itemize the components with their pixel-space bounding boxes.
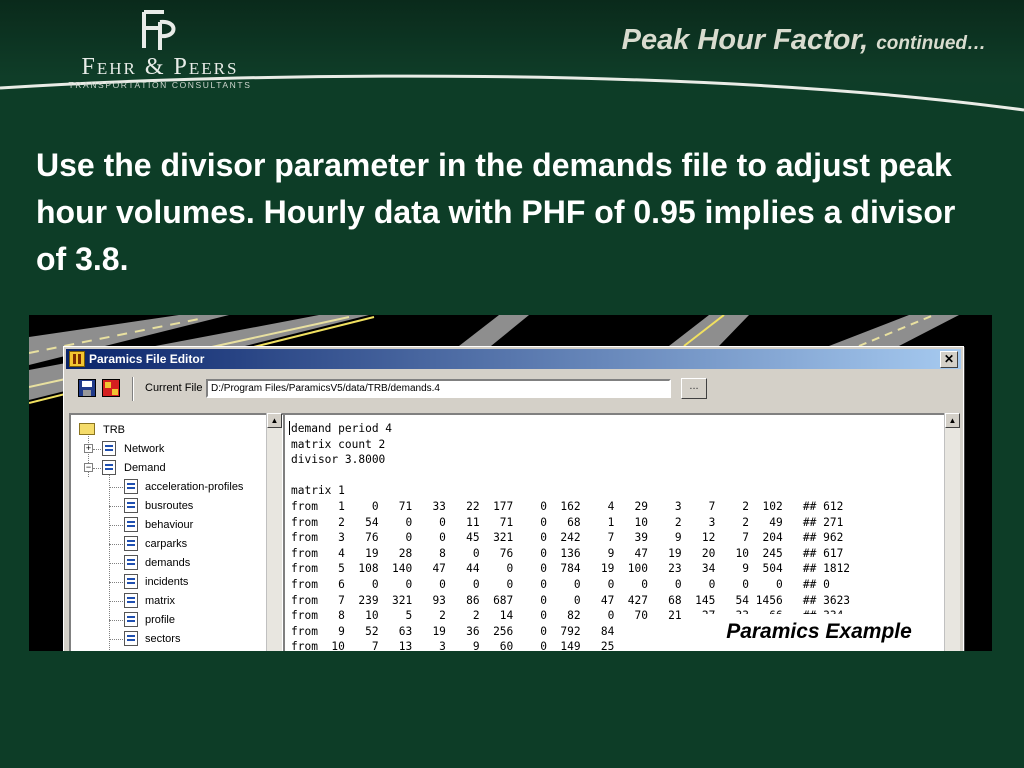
slide-title-main: Peak Hour Factor, xyxy=(621,24,869,56)
tree-item-label: profile xyxy=(145,614,175,626)
tree-item-label: sectors xyxy=(145,633,181,645)
slide-body-text: Use the divisor parameter in the demands… xyxy=(36,147,956,277)
tree-item-label: behaviour xyxy=(145,519,194,531)
tree-line xyxy=(109,472,110,651)
current-file-input[interactable] xyxy=(206,379,671,398)
code-line: from 4 19 28 8 0 76 0 136 9 47 19 20 10 … xyxy=(291,546,844,560)
tree-scrollbar[interactable]: ▲ xyxy=(266,413,282,651)
file-icon xyxy=(124,498,138,513)
file-icon xyxy=(124,555,138,570)
demand-node-icon xyxy=(102,460,116,475)
code-line: matrix 1 xyxy=(291,484,345,498)
logo-tagline: TRANSPORTATION CONSULTANTS xyxy=(68,80,252,90)
scroll-up-arrow-icon[interactable]: ▲ xyxy=(267,413,282,428)
tree-item-label: TRB xyxy=(103,424,125,436)
collapse-minus-icon[interactable]: − xyxy=(84,463,93,472)
code-line: divisor 3.8000 xyxy=(291,453,386,467)
close-button[interactable]: ✕ xyxy=(940,351,958,368)
code-line: from 6 0 0 0 0 0 0 0 0 0 0 0 0 0 ## 0 xyxy=(291,577,830,591)
text-caret xyxy=(289,421,290,435)
file-tree-panel[interactable]: TRB + Network − Demand acceleration-prof… xyxy=(69,413,285,651)
file-icon xyxy=(124,517,138,532)
tree-line xyxy=(109,620,123,621)
tree-item-label: matrix xyxy=(145,595,175,607)
save-icon[interactable] xyxy=(78,379,96,397)
tree-item-label: Demand xyxy=(124,462,166,474)
file-icon xyxy=(124,479,138,494)
slide-title-suffix: continued… xyxy=(876,33,986,54)
slide-title: Peak Hour Factor, continued… xyxy=(622,24,986,57)
file-icon xyxy=(124,631,138,646)
code-line: demand period 4 xyxy=(291,422,393,435)
fp-monogram-icon xyxy=(142,10,176,50)
tree-line xyxy=(109,639,123,640)
folder-icon xyxy=(79,423,95,435)
toolbar: Current File ... xyxy=(68,374,959,404)
toolbar-separator xyxy=(132,377,134,401)
code-line: from 2 54 0 0 11 71 0 68 1 10 2 3 2 49 #… xyxy=(291,515,844,529)
tree-line xyxy=(109,506,123,507)
editor-scrollbar[interactable]: ▲ xyxy=(944,413,960,651)
file-icon xyxy=(124,612,138,627)
tree-item-label: busroutes xyxy=(145,500,194,512)
tree-line xyxy=(93,449,101,450)
tree-line xyxy=(93,468,101,469)
current-file-label: Current File xyxy=(145,382,203,394)
code-line: from 1 0 71 33 22 177 0 162 4 29 3 7 2 1… xyxy=(291,499,844,513)
window-title: Paramics File Editor xyxy=(89,352,205,366)
tree-line xyxy=(109,544,123,545)
file-icon xyxy=(124,574,138,589)
browse-button[interactable]: ... xyxy=(681,378,707,399)
code-line: from 5 108 140 47 44 0 0 784 19 100 23 3… xyxy=(291,562,851,576)
paramics-screenshot: Paramics File Editor ✕ Current File ... … xyxy=(29,315,992,651)
code-line: matrix count 2 xyxy=(291,437,386,451)
logo-name: Fehr & Peers xyxy=(81,54,239,80)
grid-icon[interactable] xyxy=(102,379,120,397)
tree-line xyxy=(109,601,123,602)
paramics-example-caption: Paramics Example xyxy=(699,614,939,650)
expand-plus-icon[interactable]: + xyxy=(84,444,93,453)
tree-line xyxy=(109,563,123,564)
tree-item-label: carparks xyxy=(145,538,188,550)
tree-line xyxy=(109,525,123,526)
code-line: from 7 239 321 93 86 687 0 0 47 427 68 1… xyxy=(291,593,851,607)
network-node-icon xyxy=(102,441,116,456)
tree-line xyxy=(109,582,123,583)
tree-line xyxy=(109,487,123,488)
tree-item-label: Network xyxy=(124,443,165,455)
tree-item-label: demands xyxy=(145,557,191,569)
code-line: from 3 76 0 0 45 321 0 242 7 39 9 12 7 2… xyxy=(291,531,844,545)
paramics-file-editor-window: Paramics File Editor ✕ Current File ... … xyxy=(63,346,964,651)
tree-item-label: acceleration-profiles xyxy=(145,481,244,493)
window-titlebar[interactable]: Paramics File Editor ✕ xyxy=(66,349,961,369)
paramics-app-icon xyxy=(69,351,85,367)
fehr-peers-logo: Fehr & Peers TRANSPORTATION CONSULTANTS xyxy=(60,4,260,94)
scroll-up-arrow-icon[interactable]: ▲ xyxy=(945,413,960,428)
file-icon xyxy=(124,536,138,551)
file-icon xyxy=(124,593,138,608)
slide-header: Fehr & Peers TRANSPORTATION CONSULTANTS … xyxy=(0,0,1024,120)
tree-item-label: incidents xyxy=(145,576,189,588)
